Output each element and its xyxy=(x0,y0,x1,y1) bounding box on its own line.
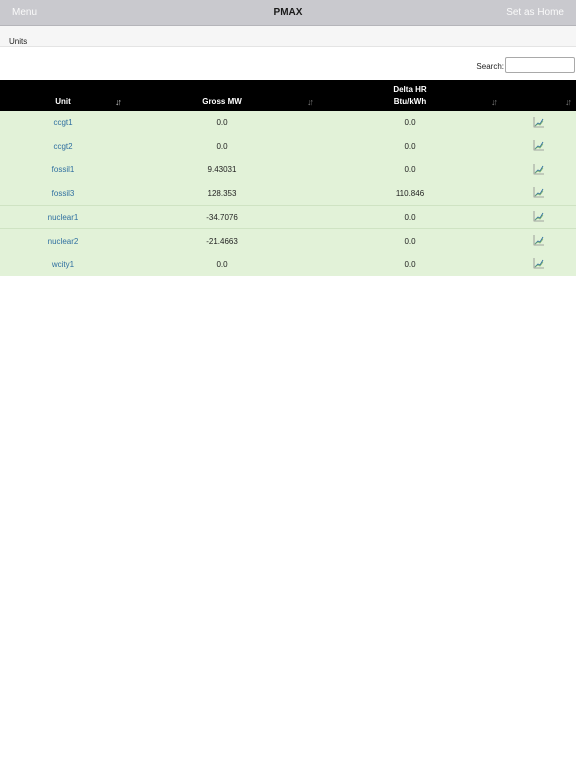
line-chart-icon[interactable] xyxy=(533,186,545,198)
column-header-delta-hr-line1: Delta HR xyxy=(393,85,427,94)
column-header-gross-mw[interactable]: Gross MW ↓↑ xyxy=(126,80,318,111)
unit-link[interactable]: fossil1 xyxy=(52,165,75,174)
table-row: wcity1 0.0 0.0 xyxy=(0,252,576,277)
column-header-actions[interactable]: ↓↑ xyxy=(502,80,576,111)
unit-link[interactable]: nuclear1 xyxy=(48,213,79,222)
table-row: fossil3 128.353 110.846 xyxy=(0,181,576,206)
delta-hr-cell: 0.0 xyxy=(404,141,416,151)
unit-link[interactable]: nuclear2 xyxy=(48,237,79,246)
delta-hr-cell: 0.0 xyxy=(404,118,416,128)
delta-hr-cell: 0.0 xyxy=(318,204,502,229)
delta-hr-cell: 0.0 xyxy=(318,228,502,253)
delta-hr-cell: 0.0 xyxy=(404,165,416,175)
sort-arrows-icon: ↓↑ xyxy=(307,97,314,107)
gross-mw-cell: -34.7076 xyxy=(126,204,318,229)
delta-hr-cell: 110.846 xyxy=(395,188,425,198)
table-row: nuclear1 -34.7076 0.0 xyxy=(0,204,576,229)
unit-link[interactable]: ccgt2 xyxy=(53,142,72,151)
unit-link[interactable]: ccgt1 xyxy=(53,118,72,127)
table-row: ccgt1 0.0 0.0 xyxy=(0,111,576,135)
delta-hr-cell: 0.0 xyxy=(404,259,416,269)
column-header-unit-label: Unit xyxy=(55,97,71,106)
gross-mw-cell: 128.353 xyxy=(207,188,237,198)
column-header-delta-hr[interactable]: Delta HR Btu/kWh ↓↑ xyxy=(318,80,502,111)
gross-mw-cell: 9.43031 xyxy=(207,165,237,175)
column-header-unit[interactable]: Unit ↓↑ xyxy=(0,80,126,111)
table-row: nuclear2 -21.4663 0.0 xyxy=(0,228,576,253)
line-chart-icon[interactable] xyxy=(533,257,545,269)
line-chart-icon[interactable] xyxy=(533,210,545,222)
search-label: Search: xyxy=(476,62,504,71)
gross-mw-cell: 0.0 xyxy=(216,141,228,151)
sort-arrows-icon: ↓↑ xyxy=(565,97,572,107)
gross-mw-cell: 0.0 xyxy=(216,118,228,128)
sort-arrows-icon: ↓↑ xyxy=(491,97,498,107)
breadcrumb: Units xyxy=(0,26,576,47)
line-chart-icon[interactable] xyxy=(533,116,545,128)
table-row: fossil1 9.43031 0.0 xyxy=(0,158,576,182)
line-chart-icon[interactable] xyxy=(533,139,545,151)
column-header-gross-mw-label: Gross MW xyxy=(202,97,242,106)
sort-ascending-icon: ↓↑ xyxy=(115,97,122,107)
gross-mw-cell: 0.0 xyxy=(216,259,228,269)
breadcrumb-units[interactable]: Units xyxy=(9,37,27,46)
menu-button[interactable]: Menu xyxy=(12,7,37,18)
unit-link[interactable]: wcity1 xyxy=(52,260,74,269)
top-nav-bar: Menu PMAX Set as Home xyxy=(0,0,576,26)
gross-mw-cell: -21.4663 xyxy=(126,228,318,253)
search-input[interactable] xyxy=(505,57,575,73)
app-title: PMAX xyxy=(273,7,303,18)
line-chart-icon[interactable] xyxy=(533,234,545,246)
column-header-delta-hr-line2: Btu/kWh xyxy=(393,97,427,106)
unit-link[interactable]: fossil3 xyxy=(52,189,75,198)
line-chart-icon[interactable] xyxy=(533,163,545,175)
table-row: ccgt2 0.0 0.0 xyxy=(0,134,576,159)
units-table: Unit ↓↑ Gross MW ↓↑ Delta HR Btu/kWh ↓↑ … xyxy=(0,80,576,277)
table-header-row: Unit ↓↑ Gross MW ↓↑ Delta HR Btu/kWh ↓↑ … xyxy=(0,80,576,111)
set-as-home-button[interactable]: Set as Home xyxy=(506,7,564,18)
search-row: Search: xyxy=(0,47,576,80)
